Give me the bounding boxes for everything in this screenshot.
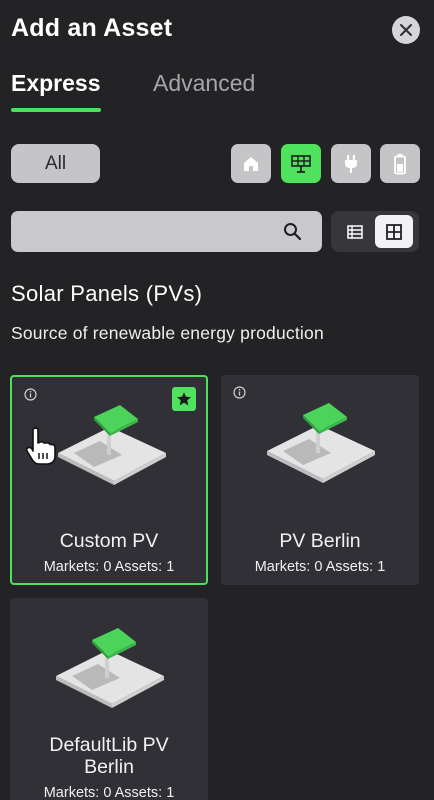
card-stats: Markets: 0 Assets: 1 <box>43 785 175 800</box>
card-name: PV Berlin <box>279 530 361 552</box>
solar-panel-icon <box>291 154 311 173</box>
card-name: Custom PV <box>59 530 159 552</box>
close-icon <box>400 24 412 36</box>
filter-battery-button[interactable] <box>380 144 420 183</box>
favorite-badge[interactable] <box>172 387 196 411</box>
card-stats: Markets: 0 Assets: 1 <box>43 559 175 575</box>
card-name-line-1: DefaultLib PV <box>49 734 169 756</box>
grid-icon <box>386 223 402 240</box>
star-icon <box>177 392 191 406</box>
info-icon[interactable] <box>24 388 37 401</box>
tab-advanced[interactable]: Advanced <box>153 70 255 97</box>
active-tab-indicator <box>11 108 101 112</box>
tab-express[interactable]: Express <box>11 70 101 97</box>
filter-all-button[interactable]: All <box>11 144 100 183</box>
close-button[interactable] <box>392 16 420 44</box>
card-name-line-2: Berlin <box>84 756 134 778</box>
solar-panel-illustration <box>56 628 164 708</box>
asset-card-pv-berlin[interactable]: PV Berlin Markets: 0 Assets: 1 <box>221 375 419 585</box>
list-view-button[interactable] <box>336 215 374 248</box>
hand-cursor-icon <box>25 427 56 465</box>
tab-bar: Express Advanced <box>11 70 431 112</box>
solar-panel-illustration <box>267 403 375 483</box>
asset-card-defaultlib-pv-berlin[interactable]: DefaultLib PV Berlin Markets: 0 Assets: … <box>10 598 208 800</box>
list-icon <box>347 224 363 239</box>
battery-icon <box>394 153 406 174</box>
search-input[interactable] <box>11 211 271 252</box>
house-icon <box>244 156 258 171</box>
filter-solar-button[interactable] <box>281 144 321 183</box>
view-toggle <box>331 211 419 252</box>
page-title: Add an Asset <box>11 14 173 42</box>
asset-card-custom-pv[interactable]: Custom PV Markets: 0 Assets: 1 <box>10 375 208 585</box>
card-stats: Markets: 0 Assets: 1 <box>254 559 386 575</box>
section-description: Source of renewable energy production <box>11 323 324 343</box>
search-bar <box>11 211 322 252</box>
filter-house-button[interactable] <box>231 144 271 183</box>
filter-plug-button[interactable] <box>331 144 371 183</box>
solar-panel-illustration <box>58 405 166 485</box>
section-title: Solar Panels (PVs) <box>11 281 203 306</box>
plug-icon <box>345 154 357 173</box>
search-icon[interactable] <box>283 222 302 241</box>
info-icon[interactable] <box>233 386 246 399</box>
grid-view-button[interactable] <box>375 215 413 248</box>
